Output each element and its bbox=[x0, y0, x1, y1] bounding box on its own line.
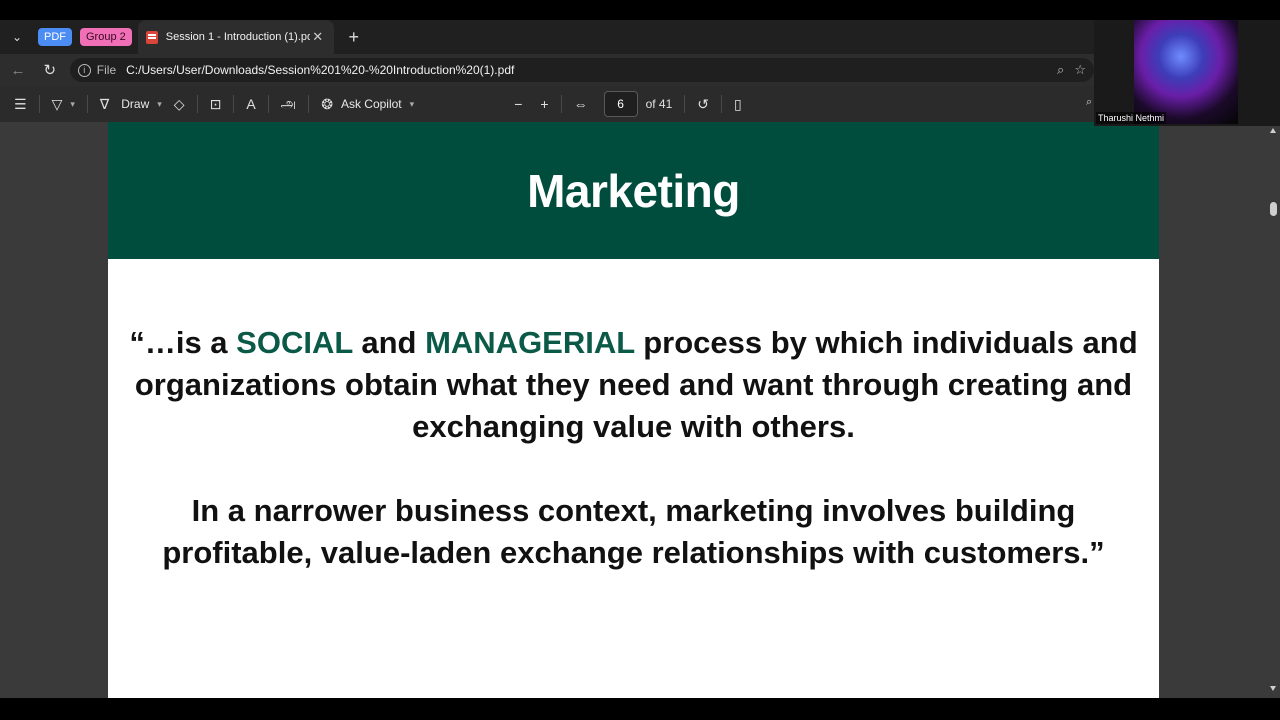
page-view-button[interactable]: ▯ bbox=[728, 90, 748, 118]
tab-search-chevron-icon[interactable]: ⌄ bbox=[6, 26, 28, 48]
highlight-social: SOCIAL bbox=[236, 325, 353, 360]
highlight-managerial: MANAGERIAL bbox=[425, 325, 635, 360]
highlighter-icon: ▽ bbox=[51, 95, 63, 112]
url-field[interactable]: i File C:/Users/User/Downloads/Session%2… bbox=[69, 58, 1094, 82]
tab-group-pdf[interactable]: PDF bbox=[38, 28, 72, 46]
pdf-toolbar: ☰ ▽ ▾ ∇ Draw ▾ ◇ ⊡ A அ ❂ Ask Copilot ▾ − + ⇔ … bbox=[0, 86, 1094, 122]
narrower-context-paragraph: In a narrower business context, marketin… bbox=[162, 493, 1105, 570]
chevron-down-icon[interactable]: ▾ bbox=[70, 99, 75, 110]
page-number-input[interactable]: 6 bbox=[603, 91, 638, 117]
top-black-bar bbox=[0, 0, 1280, 20]
minus-icon: − bbox=[514, 96, 523, 112]
active-tab[interactable]: Session 1 - Introduction (1).pdf ✕ bbox=[137, 20, 334, 54]
copilot-icon: ❂ bbox=[321, 95, 333, 112]
ask-copilot-button[interactable]: ❂ Ask Copilot ▾ bbox=[315, 90, 420, 118]
rotate-button[interactable]: ↺ bbox=[691, 90, 715, 118]
back-arrow-icon[interactable]: ← bbox=[4, 62, 32, 79]
tab-strip: ⌄ PDF Group 2 Session 1 - Introduction (… bbox=[0, 20, 1094, 54]
favorite-star-icon[interactable]: ☆ bbox=[1074, 62, 1086, 78]
tab-title: Session 1 - Introduction (1).pdf bbox=[165, 31, 310, 43]
scroll-down-arrow-icon[interactable] bbox=[1270, 686, 1276, 691]
toolbar-divider bbox=[684, 95, 686, 113]
toolbar-divider bbox=[721, 95, 722, 113]
scroll-thumb[interactable] bbox=[1270, 202, 1277, 216]
scheme-label: File bbox=[96, 63, 117, 77]
slide-title: Marketing bbox=[527, 164, 740, 217]
read-aloud-button[interactable]: A bbox=[240, 90, 261, 118]
zoom-out-button[interactable]: − bbox=[508, 90, 528, 118]
definition-prefix: “…is a bbox=[129, 325, 237, 360]
participant-avatar bbox=[1134, 20, 1238, 124]
site-info-icon[interactable]: i bbox=[77, 63, 91, 77]
address-bar: ← ↻ i File C:/Users/User/Downloads/Sessi… bbox=[0, 54, 1094, 86]
toolbar-divider bbox=[196, 95, 198, 113]
zoom-search-icon[interactable]: ⌕ bbox=[1057, 62, 1064, 78]
url-text[interactable]: C:/Users/User/Downloads/Session%201%20-%… bbox=[126, 63, 1057, 77]
slide-header-band: Marketing bbox=[108, 122, 1159, 259]
find-icon[interactable]: ⌕ bbox=[1086, 96, 1092, 109]
plus-icon: + bbox=[540, 96, 549, 112]
chevron-down-icon[interactable]: ▾ bbox=[157, 99, 162, 110]
translate-icon: அ bbox=[280, 94, 297, 111]
bottom-black-bar bbox=[0, 698, 1280, 720]
new-tab-button[interactable]: + bbox=[342, 27, 366, 48]
add-text-button[interactable]: ⊡ bbox=[204, 90, 228, 118]
ask-copilot-label: Ask Copilot bbox=[340, 97, 402, 111]
draw-button[interactable]: ∇ Draw ▾ bbox=[94, 90, 168, 118]
zoom-in-button[interactable]: + bbox=[534, 90, 554, 118]
toolbar-divider bbox=[233, 95, 235, 113]
reload-icon[interactable]: ↻ bbox=[36, 61, 64, 79]
page-view-icon: ▯ bbox=[734, 95, 742, 112]
eraser-icon: ◇ bbox=[173, 95, 185, 112]
list-icon: ☰ bbox=[14, 95, 27, 112]
pen-icon: ∇ bbox=[99, 95, 110, 112]
definition-mid: and bbox=[352, 325, 426, 360]
toolbar-divider bbox=[86, 95, 88, 113]
translate-button[interactable]: அ bbox=[275, 90, 303, 118]
eraser-button[interactable]: ◇ bbox=[168, 90, 191, 118]
participant-name: Tharushi Nethmi bbox=[1096, 112, 1167, 124]
toolbar-divider bbox=[38, 95, 40, 113]
tab-group-2[interactable]: Group 2 bbox=[80, 28, 132, 46]
page-total-label: of 41 bbox=[645, 97, 673, 111]
pdf-page: Marketing “…is a SOCIAL and MANAGERIAL p… bbox=[108, 122, 1159, 698]
fit-width-icon: ⇔ bbox=[573, 96, 588, 112]
pdf-file-icon bbox=[145, 30, 158, 44]
fit-width-button[interactable]: ⇔ bbox=[568, 90, 594, 118]
read-aloud-icon: A bbox=[246, 96, 256, 112]
definition-paragraph: “…is a SOCIAL and MANAGERIAL process by … bbox=[128, 322, 1139, 448]
toolbar-divider bbox=[560, 95, 562, 113]
highlight-button[interactable]: ▽ ▾ bbox=[46, 90, 81, 118]
contents-button[interactable]: ☰ bbox=[8, 90, 33, 118]
toolbar-divider bbox=[267, 95, 269, 113]
rotate-icon: ↺ bbox=[697, 95, 709, 112]
chevron-down-icon[interactable]: ▾ bbox=[410, 99, 415, 110]
close-tab-icon[interactable]: ✕ bbox=[310, 29, 326, 45]
draw-label: Draw bbox=[121, 97, 150, 111]
scroll-up-arrow-icon[interactable] bbox=[1270, 128, 1276, 133]
text-box-icon: ⊡ bbox=[209, 95, 222, 112]
toolbar-divider bbox=[308, 95, 310, 113]
participant-video-tile[interactable]: Tharushi Nethmi bbox=[1094, 20, 1280, 126]
